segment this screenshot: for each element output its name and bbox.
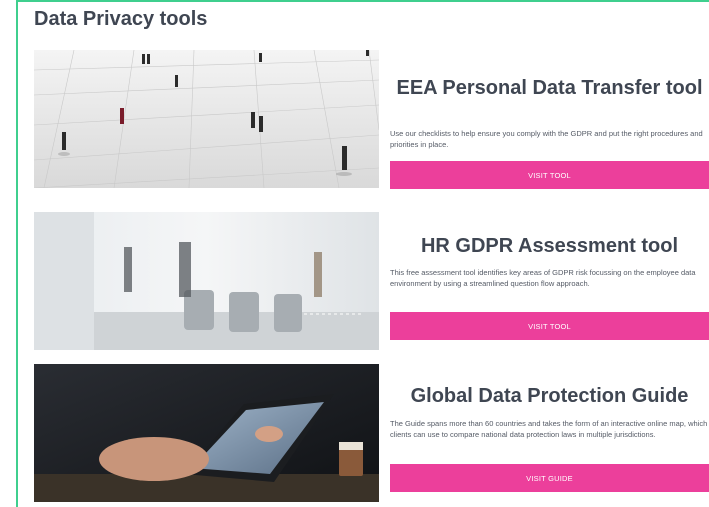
- people-walking-plaza-image: [34, 50, 379, 188]
- visit-guide-button[interactable]: VISIT GUIDE: [390, 464, 709, 492]
- visit-tool-button[interactable]: VISIT TOOL: [390, 312, 709, 340]
- card-title: HR GDPR Assessment tool: [420, 235, 679, 257]
- tool-card-hr-gdpr: HR GDPR Assessment tool This free assess…: [34, 212, 709, 350]
- card-description: The Guide spans more than 60 countries a…: [390, 419, 708, 439]
- section-title: Data Privacy tools: [34, 8, 208, 30]
- tool-card-eea: EEA Personal Data Transfer tool Use our …: [34, 50, 709, 189]
- card-description: This free assessment tool identifies key…: [390, 268, 696, 288]
- visit-tool-button[interactable]: VISIT TOOL: [390, 161, 709, 189]
- office-turnstiles-image: [34, 212, 379, 350]
- card-title: Global Data Protection Guide: [410, 385, 689, 407]
- tool-card-global-guide: Global Data Protection Guide The Guide s…: [34, 364, 709, 502]
- card-title: EEA Personal Data Transfer tool: [396, 77, 703, 99]
- card-description: Use our checklists to help ensure you co…: [390, 129, 703, 149]
- tablet-hands-image: [34, 364, 379, 502]
